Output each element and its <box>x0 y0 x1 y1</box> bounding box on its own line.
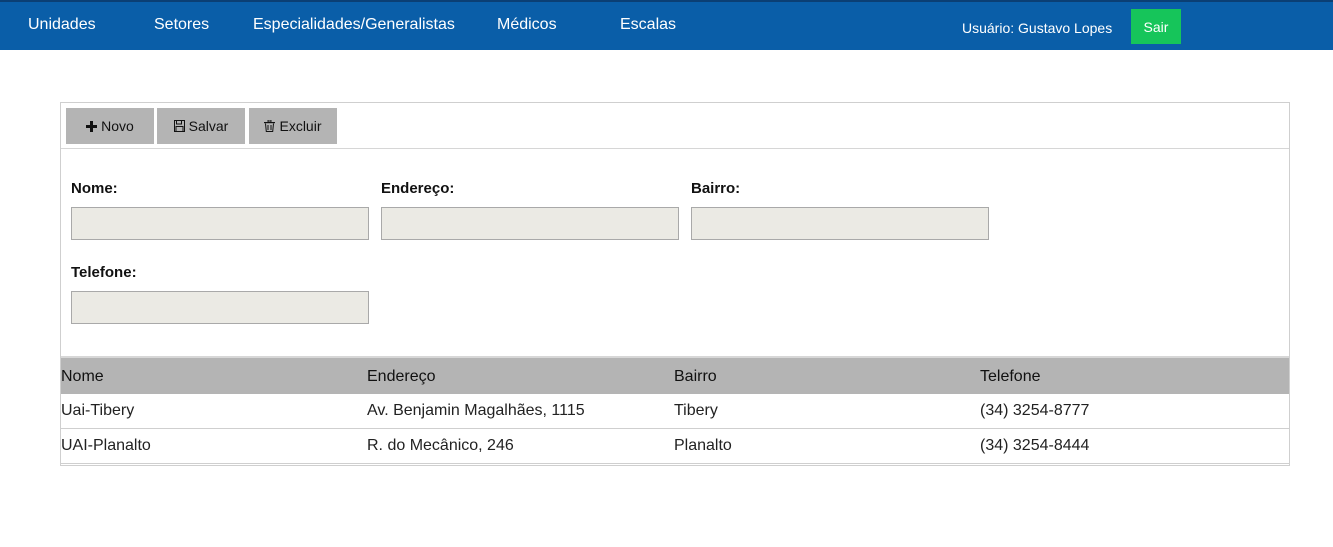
nav-item-especialidades[interactable]: Especialidades/Generalistas <box>253 16 455 34</box>
table-row[interactable]: Uai-Tibery Av. Benjamin Magalhães, 1115 … <box>61 394 1289 429</box>
top-navigation-bar: Unidades Setores Especialidades/Generali… <box>0 2 1333 50</box>
cell-endereco: Av. Benjamin Magalhães, 1115 <box>367 402 585 419</box>
new-button[interactable]: Novo <box>66 108 154 144</box>
cell-bairro: Planalto <box>674 437 732 454</box>
nav-item-setores[interactable]: Setores <box>154 16 209 34</box>
nome-label: Nome: <box>71 180 118 197</box>
cell-telefone: (34) 3254-8777 <box>980 402 1090 419</box>
telefone-input[interactable] <box>71 291 369 324</box>
cell-endereco: R. do Mecânico, 246 <box>367 437 514 454</box>
table-header: Nome Endereço Bairro Telefone <box>61 356 1289 394</box>
nav-item-medicos[interactable]: Médicos <box>497 16 557 34</box>
logout-button[interactable]: Sair <box>1131 9 1181 44</box>
table-row[interactable]: UAI-Planalto R. do Mecânico, 246 Planalt… <box>61 429 1289 464</box>
delete-button[interactable]: Excluir <box>249 108 337 144</box>
bairro-label: Bairro: <box>691 180 741 197</box>
cell-bairro: Tibery <box>674 402 718 419</box>
save-button[interactable]: Salvar <box>157 108 245 144</box>
toolbar-divider <box>61 148 1289 149</box>
bairro-input[interactable] <box>691 207 989 240</box>
nav-item-unidades[interactable]: Unidades <box>28 16 96 34</box>
new-button-label: Novo <box>101 118 134 134</box>
endereco-label: Endereço: <box>381 180 455 197</box>
column-header-endereco[interactable]: Endereço <box>367 368 436 386</box>
column-header-telefone[interactable]: Telefone <box>980 368 1041 386</box>
column-header-bairro[interactable]: Bairro <box>674 368 717 386</box>
endereco-input[interactable] <box>381 207 679 240</box>
nav-item-escalas[interactable]: Escalas <box>620 16 676 34</box>
plus-icon <box>86 120 98 132</box>
units-panel: Novo Salvar Excluir Nome: Endereço: Bair… <box>60 102 1290 466</box>
save-icon <box>173 120 185 132</box>
telefone-label: Telefone: <box>71 264 137 281</box>
delete-button-label: Excluir <box>279 118 322 134</box>
column-header-nome[interactable]: Nome <box>61 368 104 386</box>
current-user-label: Usuário: Gustavo Lopes <box>962 20 1113 36</box>
save-button-label: Salvar <box>188 118 229 134</box>
nome-input[interactable] <box>71 207 369 240</box>
cell-nome: Uai-Tibery <box>61 402 135 419</box>
cell-telefone: (34) 3254-8444 <box>980 437 1090 454</box>
cell-nome: UAI-Planalto <box>61 437 151 454</box>
trash-icon <box>264 120 276 132</box>
